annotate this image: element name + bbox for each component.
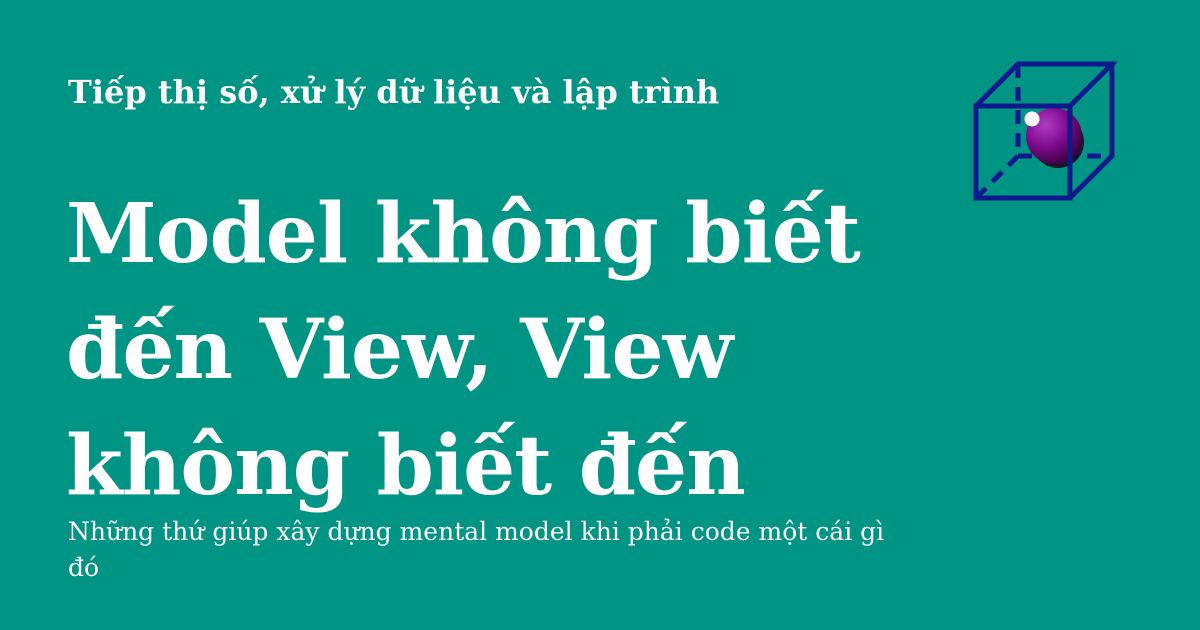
cube-with-sphere-icon (973, 61, 1119, 201)
post-description: Những thứ giúp xây dựng mental model khi… (68, 517, 885, 582)
site-name: Tiếp thị số, xử lý dữ liệu và lập trình (68, 73, 720, 111)
post-title: Model không biết đến View, View không bi… (66, 186, 861, 514)
